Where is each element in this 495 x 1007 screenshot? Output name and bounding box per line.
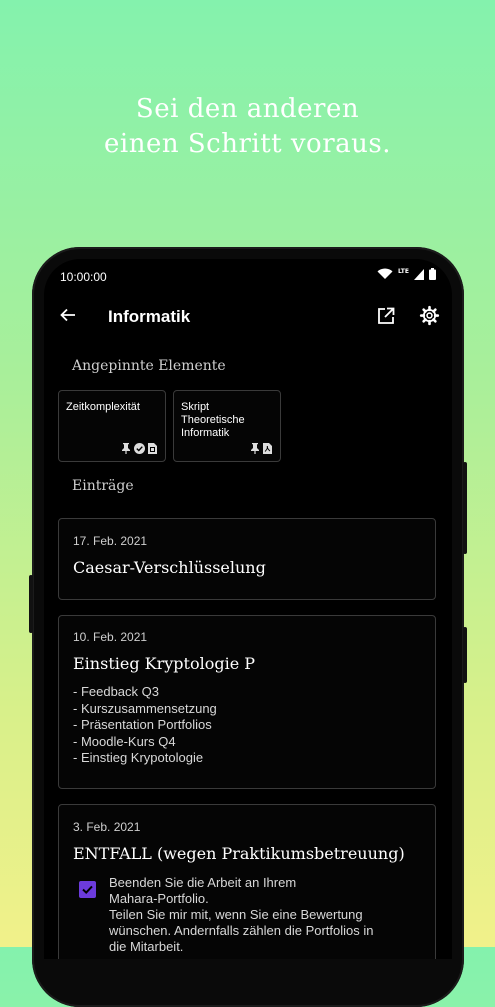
pin-icon (251, 443, 259, 454)
task-text: Beenden Sie die Arbeit an Ihrem Mahara-P… (109, 875, 419, 955)
battery-icon (429, 268, 436, 280)
entry-card[interactable]: 17. Feb. 2021 Caesar-Verschlüsselung (58, 518, 436, 600)
entry-body-line: - Feedback Q3 (73, 684, 159, 699)
network-label: LTE (397, 267, 409, 275)
task-text-line: die Mitarbeit. (109, 939, 184, 954)
promo-line-2: einen Schritt voraus. (104, 129, 391, 159)
app-bar: Informatik (44, 299, 452, 339)
entry-body-line: - Kurszusammensetzung (73, 700, 217, 716)
task-checkbox[interactable] (79, 881, 96, 898)
app-screen: 10:00:00 LTE Informatik Angepinnte Eleme… (44, 259, 452, 959)
page-title: Informatik (108, 307, 191, 326)
entry-card[interactable]: 10. Feb. 2021 Einstieg Kryptologie P - F… (58, 615, 436, 789)
entry-title: ENTFALL (wegen Praktikumsbetreuung) (73, 844, 405, 863)
signal-icon (414, 268, 424, 280)
document-icon (148, 443, 157, 454)
entry-body-line: - Moodle-Kurs Q4 (73, 733, 176, 749)
task-text-line: Teilen Sie mir mit, wenn Sie eine Bewert… (109, 907, 363, 922)
entry-date: 10. Feb. 2021 (73, 630, 148, 644)
check-circle-icon (134, 443, 145, 454)
pinned-item-title: Zeitkomplexität (66, 401, 140, 413)
pin-icon (122, 443, 130, 454)
phone-side-button (463, 627, 467, 683)
pinned-item-skript[interactable]: Skript Theoretische Informatik (173, 390, 281, 462)
checkmark-icon (82, 885, 93, 895)
phone-side-button (463, 462, 467, 554)
pinned-item-zeitkomplexitaet[interactable]: Zeitkomplexität (58, 390, 166, 462)
entry-body-line: - Präsentation Portfolios (73, 717, 212, 733)
status-time: 10:00:00 (60, 270, 107, 284)
pinned-heading: Angepinnte Elemente (72, 358, 226, 374)
back-arrow-icon[interactable] (58, 305, 78, 325)
phone-side-button (29, 575, 33, 633)
entry-date: 17. Feb. 2021 (73, 534, 148, 548)
task-text-line: Mahara-Portfolio. (109, 891, 209, 906)
entry-body: - Feedback Q3 - Kurszusammensetzung - Pr… (73, 684, 217, 767)
entries-heading: Einträge (72, 478, 134, 494)
open-external-icon[interactable] (376, 306, 396, 326)
promo-tagline: Sei den anderen einen Schritt voraus. (0, 92, 495, 162)
status-icons: LTE (377, 268, 436, 280)
entry-title: Einstieg Kryptologie P (73, 654, 256, 673)
entry-date: 3. Feb. 2021 (73, 820, 141, 834)
entry-title: Caesar-Verschlüsselung (73, 558, 266, 577)
entry-body-line: - Einstieg Krypotologie (73, 750, 204, 766)
task-text-line: wünschen. Andernfalls zählen die Portfol… (109, 923, 374, 938)
pinned-item-title: Skript Theoretische Informatik (181, 401, 245, 439)
gear-icon[interactable] (419, 305, 440, 326)
entry-card[interactable]: 3. Feb. 2021 ENTFALL (wegen Praktikumsbe… (58, 804, 436, 959)
wifi-icon (377, 268, 393, 279)
task-text-line: Beenden Sie die Arbeit an Ihrem (109, 875, 297, 890)
promo-line-1: Sei den anderen (135, 94, 360, 124)
pdf-file-icon (263, 443, 272, 454)
